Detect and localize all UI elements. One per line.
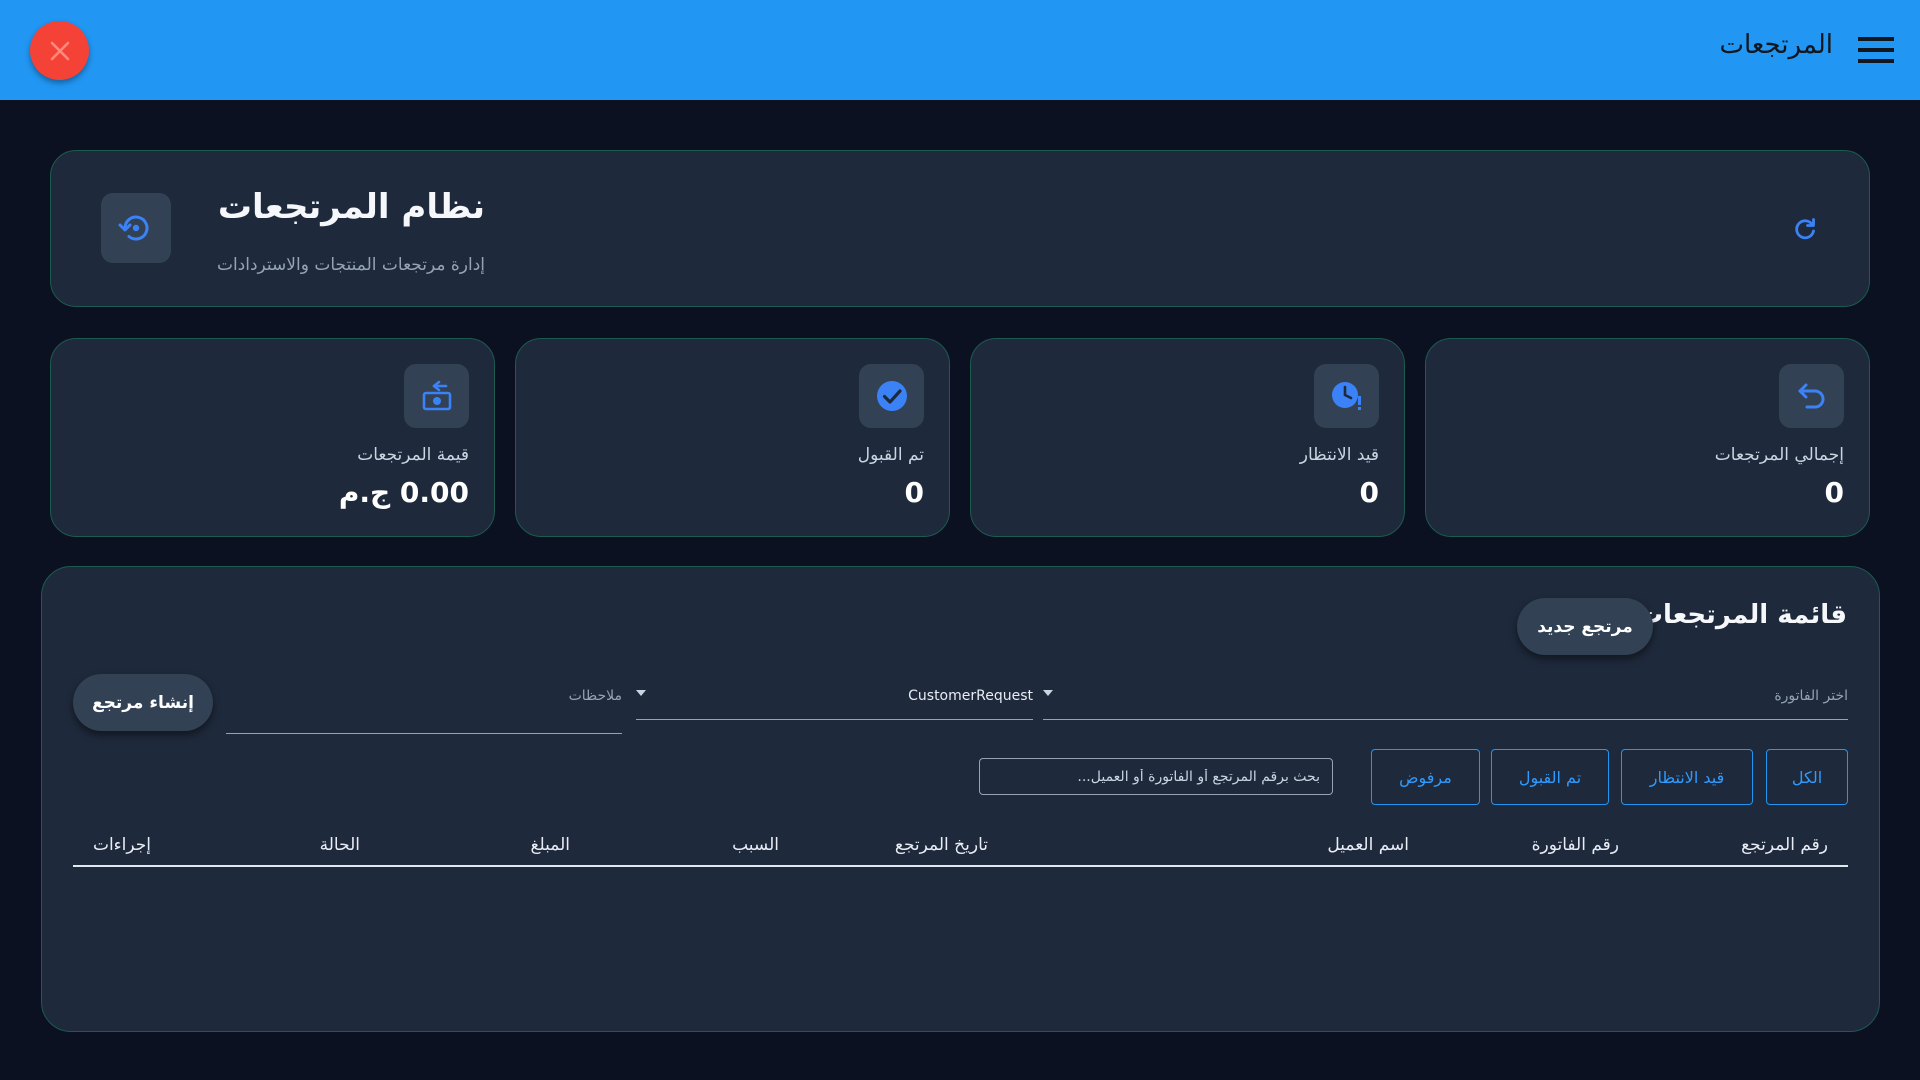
stat-card-returns-value: قيمة المرتجعات 0.00 ج.م: [50, 338, 495, 537]
reason-select-value: CustomerRequest: [908, 688, 1033, 704]
page-title: نظام المرتجعات: [217, 187, 485, 227]
stat-card-accepted: تم القبول 0: [515, 338, 950, 537]
clock-alert-icon: [1314, 364, 1379, 428]
column-header-actions: إجراءات: [92, 835, 151, 855]
filter-rejected-button[interactable]: مرفوض: [1371, 749, 1480, 805]
column-header-return-date: تاريخ المرتجع: [894, 835, 988, 855]
reason-select[interactable]: CustomerRequest: [636, 680, 1033, 720]
column-header-status: الحالة: [319, 835, 360, 855]
returns-table-header: رقم المرتجع رقم الفاتورة اسم العميل تاري…: [73, 827, 1848, 867]
app-bar-title: المرتجعات: [1719, 30, 1833, 60]
close-icon: [50, 41, 69, 60]
stat-label: قيمة المرتجعات: [357, 445, 469, 465]
create-return-button[interactable]: إنشاء مرتجع: [73, 674, 213, 731]
stat-value: 0.00 ج.م: [338, 476, 469, 509]
returns-list-title: قائمة المرتجعات: [1636, 600, 1847, 630]
stat-value: 0: [1824, 476, 1844, 509]
stat-value: 0: [904, 476, 924, 509]
column-header-amount: المبلغ: [530, 835, 570, 855]
invoice-select[interactable]: اختر الفاتورة: [1043, 680, 1848, 720]
column-header-return-number: رقم المرتجع: [1741, 835, 1828, 855]
stat-label: إجمالي المرتجعات: [1714, 445, 1844, 465]
returns-list-panel: قائمة المرتجعات مرتجع جديد اختر الفاتورة…: [41, 566, 1880, 1032]
stat-label: تم القبول: [857, 445, 924, 465]
stat-card-total-returns: إجمالي المرتجعات 0: [1425, 338, 1870, 537]
filter-accepted-button[interactable]: تم القبول: [1491, 749, 1609, 805]
new-return-button[interactable]: مرتجع جديد: [1517, 598, 1653, 655]
undo-arrow-icon: [1779, 364, 1844, 428]
chevron-down-icon: [1043, 690, 1053, 696]
column-header-customer-name: اسم العميل: [1327, 835, 1409, 855]
notes-field[interactable]: ملاحظات: [226, 680, 622, 734]
hamburger-menu-icon[interactable]: [1858, 35, 1894, 65]
column-header-invoice-number: رقم الفاتورة: [1531, 835, 1619, 855]
filter-pending-button[interactable]: قيد الانتظار: [1621, 749, 1753, 805]
stat-value: 0: [1359, 476, 1379, 509]
stat-label: قيد الانتظار: [1299, 445, 1379, 465]
check-circle-icon: [859, 364, 924, 428]
app-bar: المرتجعات: [0, 0, 1920, 100]
page-subtitle: إدارة مرتجعات المنتجات والاستردادات: [216, 255, 485, 275]
chevron-down-icon: [636, 690, 646, 696]
notes-placeholder: ملاحظات: [568, 688, 622, 704]
close-button[interactable]: [30, 21, 89, 80]
filter-all-button[interactable]: الكل: [1766, 749, 1848, 805]
invoice-select-placeholder: اختر الفاتورة: [1774, 688, 1848, 704]
column-header-reason: السبب: [732, 835, 779, 855]
search-input[interactable]: [979, 758, 1333, 795]
refresh-icon[interactable]: [1791, 215, 1819, 243]
restore-icon: [101, 193, 171, 263]
header-card: نظام المرتجعات إدارة مرتجعات المنتجات وا…: [50, 150, 1870, 307]
stat-card-pending: قيد الانتظار 0: [970, 338, 1405, 537]
cash-refund-icon: [404, 364, 469, 428]
